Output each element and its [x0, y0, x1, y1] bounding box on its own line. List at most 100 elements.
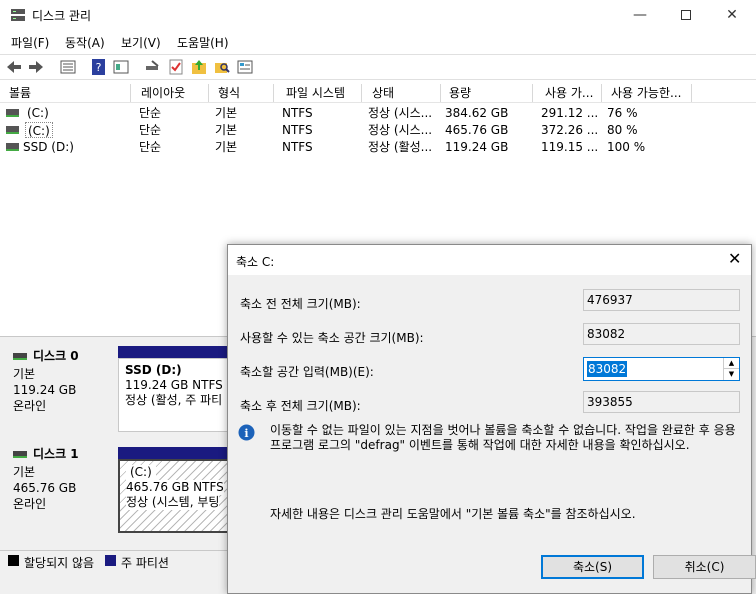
dialog-title: 축소 C: — [236, 255, 275, 269]
volume-capacity: 119.24 GB — [445, 140, 509, 154]
folder-up-icon[interactable] — [190, 58, 208, 76]
list-view-icon[interactable] — [59, 58, 77, 76]
menu-action[interactable]: 동작(A) — [65, 34, 105, 51]
check-icon[interactable] — [167, 58, 185, 76]
properties-icon[interactable] — [112, 58, 130, 76]
column-type[interactable]: 형식 — [214, 84, 274, 102]
minimize-icon: — — [633, 7, 647, 23]
volume-type: 기본 — [215, 123, 238, 137]
volume-type: 기본 — [215, 140, 238, 154]
disk-name: 디스크 1 — [33, 447, 79, 461]
spin-up-icon[interactable]: ▲ — [724, 358, 739, 369]
partition-size: 119.24 GB NTFS — [125, 378, 223, 392]
partition-header — [118, 346, 230, 358]
volume-free: 291.12 ... — [541, 106, 599, 120]
partition-header — [118, 447, 230, 459]
menu-file[interactable]: 파일(F) — [11, 34, 49, 51]
forward-arrow-icon[interactable] — [27, 58, 45, 76]
drive-icon — [6, 109, 19, 117]
connect-icon[interactable] — [144, 58, 162, 76]
volume-fs: NTFS — [282, 123, 313, 137]
dialog-title-bar: 축소 C: ✕ — [228, 245, 751, 275]
spin-down-icon[interactable]: ▼ — [724, 369, 739, 380]
folder-search-icon[interactable] — [213, 58, 231, 76]
info-icon: i — [238, 424, 255, 441]
volume-percent: 80 % — [607, 123, 638, 137]
drive-icon — [6, 143, 19, 151]
disk-size: 119.24 GB — [13, 383, 77, 397]
available-label: 사용할 수 있는 축소 공간 크기(MB): — [240, 331, 424, 345]
column-layout[interactable]: 레이아웃 — [137, 84, 209, 102]
partition-status: 정상 (시스템, 부팅 — [126, 495, 220, 510]
partition-ssd-d[interactable]: SSD (D:) 119.24 GB NTFS 정상 (활성, 주 파티 — [118, 358, 230, 432]
volume-layout: 단순 — [139, 106, 162, 120]
total-before-field: 476937 — [583, 289, 740, 311]
column-free-space[interactable]: 사용 가... — [541, 84, 602, 102]
shrink-amount-input[interactable]: 83082 ▲ ▼ — [583, 357, 740, 381]
maximize-button[interactable] — [663, 0, 709, 30]
maximize-icon — [681, 10, 691, 20]
shrink-amount-value: 83082 — [587, 361, 628, 377]
disk-management-icon — [11, 9, 25, 21]
volume-fs: NTFS — [282, 106, 313, 120]
primary-swatch — [105, 555, 116, 566]
volume-percent: 76 % — [607, 106, 638, 120]
disk-0-label[interactable]: 디스크 0 기본 119.24 GB 온라인 — [5, 344, 113, 432]
svg-text:i: i — [244, 427, 248, 440]
column-capacity[interactable]: 용량 — [445, 84, 533, 102]
volume-name: SSD (D:) — [23, 140, 74, 154]
close-icon: ✕ — [726, 7, 738, 23]
unallocated-swatch — [8, 555, 19, 566]
volume-free: 372.26 ... — [541, 123, 599, 137]
menu-bar — [0, 30, 756, 54]
dialog-close-icon[interactable]: ✕ — [728, 249, 741, 268]
disk-name: 디스크 0 — [33, 349, 79, 363]
help-message: 자세한 내용은 디스크 관리 도움말에서 "기본 볼륨 축소"를 참조하십시오. — [270, 507, 636, 521]
disk-icon — [13, 450, 27, 458]
volume-fs: NTFS — [282, 140, 313, 154]
partition-name: (C:) — [126, 465, 156, 480]
volume-capacity: 384.62 GB — [445, 106, 509, 120]
help-icon[interactable]: ? — [90, 58, 108, 76]
column-file-system[interactable]: 파일 시스템 — [282, 84, 362, 102]
legend-unallocated: 할당되지 않음 — [24, 556, 95, 570]
settings-panel-icon[interactable] — [236, 58, 254, 76]
menu-help[interactable]: 도움말(H) — [177, 34, 229, 51]
back-arrow-icon[interactable] — [5, 58, 23, 76]
total-before-label: 축소 전 전체 크기(MB): — [240, 297, 361, 311]
drive-icon — [6, 126, 19, 134]
disk-1-label[interactable]: 디스크 1 기본 465.76 GB 온라인 — [5, 442, 113, 532]
partition-c[interactable]: (C:) 465.76 GB NTFS 정상 (시스템, 부팅 — [118, 459, 230, 533]
minimize-button[interactable]: — — [617, 0, 663, 30]
cancel-button[interactable]: 취소(C) — [653, 555, 756, 579]
info-message: 이동할 수 없는 파일이 있는 지점을 벗어나 볼륨을 축소할 수 없습니다. … — [270, 423, 736, 452]
available-field: 83082 — [583, 323, 740, 345]
window-title: 디스크 관리 — [32, 9, 92, 23]
disk-state: 온라인 — [13, 497, 47, 511]
shrink-dialog: 축소 C: ✕ 축소 전 전체 크기(MB): 476937 사용할 수 있는 … — [227, 244, 756, 594]
disk-icon — [13, 352, 27, 360]
column-status[interactable]: 상태 — [368, 84, 441, 102]
volume-percent: 100 % — [607, 140, 646, 154]
volume-layout: 단순 — [139, 140, 162, 154]
total-after-field: 393855 — [583, 391, 740, 413]
shrink-button[interactable]: 축소(S) — [541, 555, 644, 579]
menu-view[interactable]: 보기(V) — [121, 34, 161, 51]
disk-type: 기본 — [13, 465, 36, 479]
volume-type: 기본 — [215, 106, 238, 120]
partition-name: SSD (D:) — [125, 363, 182, 377]
enter-amount-label: 축소할 공간 입력(MB)(E): — [240, 365, 374, 379]
partition-size: 465.76 GB NTFS — [126, 480, 224, 495]
column-volume[interactable]: 볼륨 — [5, 84, 131, 102]
volume-status: 정상 (시스... — [368, 106, 433, 120]
close-button[interactable]: ✕ — [709, 0, 755, 30]
volume-capacity: 465.76 GB — [445, 123, 509, 137]
column-percent-free[interactable]: 사용 가능한... — [607, 84, 692, 102]
volume-status: 정상 (활성... — [368, 140, 433, 154]
volume-free: 119.15 ... — [541, 140, 599, 154]
legend-primary: 주 파티션 — [121, 556, 169, 570]
partition-status: 정상 (활성, 주 파티 — [125, 393, 223, 407]
volume-name: (C:) — [27, 106, 49, 120]
title-bar: 디스크 관리 — ✕ — [0, 0, 756, 30]
disk-state: 온라인 — [13, 399, 47, 413]
